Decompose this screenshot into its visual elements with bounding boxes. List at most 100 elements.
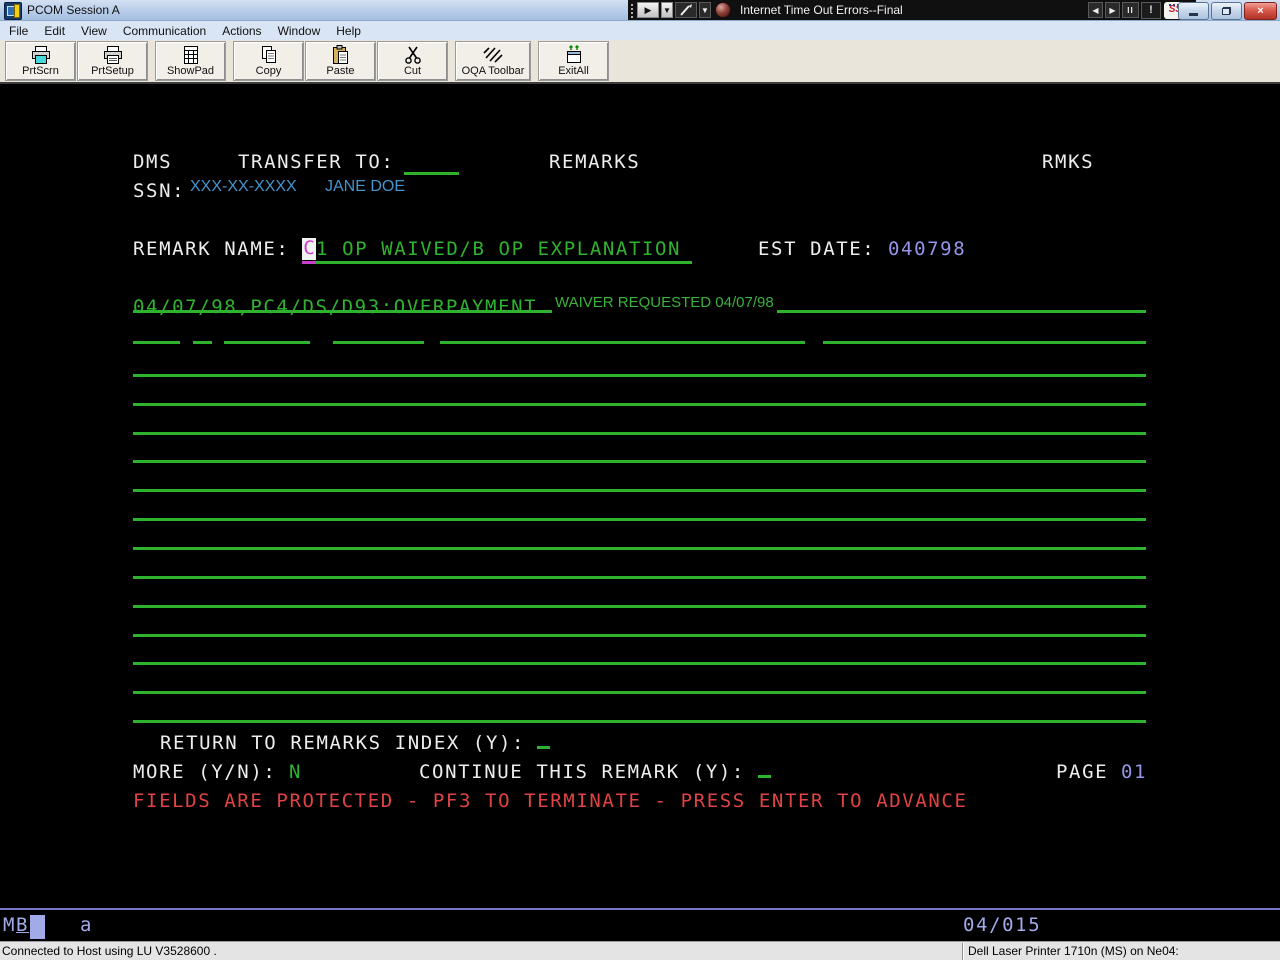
print-setup-icon bbox=[102, 45, 124, 65]
remark-line[interactable] bbox=[133, 432, 1146, 435]
oia-status-row: MB a 04/015 bbox=[0, 908, 1280, 941]
pcom-window: PCOM Session A ▶ ▼ ▼ Internet Time Out E… bbox=[0, 0, 1280, 960]
diagonal-lines-icon bbox=[482, 45, 504, 65]
menu-edit[interactable]: Edit bbox=[36, 22, 73, 40]
return-input-field[interactable] bbox=[537, 746, 550, 749]
remark-line[interactable] bbox=[133, 403, 1146, 406]
more-label: MORE (Y/N): bbox=[133, 762, 276, 783]
paste-button[interactable]: Paste bbox=[305, 41, 376, 81]
est-date-value: 040798 bbox=[888, 239, 966, 260]
play-button[interactable]: ▶ bbox=[637, 2, 659, 18]
restore-button[interactable] bbox=[1211, 2, 1242, 20]
remark-line[interactable] bbox=[133, 374, 1146, 377]
transfer-to-input-field[interactable] bbox=[404, 172, 459, 175]
oia-cursor-block bbox=[30, 915, 45, 939]
prtsetup-label: PrtSetup bbox=[91, 66, 134, 77]
recorder-toolbar: ▶ ▼ ▼ Internet Time Out Errors--Final ◀ … bbox=[628, 0, 1196, 20]
remark-line[interactable] bbox=[133, 691, 1146, 694]
minimize-button[interactable] bbox=[1178, 2, 1209, 20]
ssn-label: SSN: bbox=[133, 181, 185, 202]
menu-communication[interactable]: Communication bbox=[115, 22, 214, 40]
oqa-toolbar-label: OQA Toolbar bbox=[462, 66, 525, 77]
exitall-button[interactable]: ExitAll bbox=[538, 41, 609, 81]
remark-body-line1: 04/07/98,PC4/DS/D93:OVERPAYMENT bbox=[133, 297, 537, 318]
copy-icon bbox=[259, 45, 279, 65]
remark-line[interactable] bbox=[133, 518, 1146, 521]
remark-line[interactable] bbox=[133, 605, 1146, 608]
remark-line-segment bbox=[440, 341, 805, 344]
pen-tool-button[interactable] bbox=[675, 2, 697, 18]
restore-icon bbox=[1222, 7, 1231, 15]
remark-line[interactable] bbox=[133, 460, 1146, 463]
cut-button[interactable]: Cut bbox=[377, 41, 448, 81]
copy-label: Copy bbox=[256, 66, 282, 77]
prtscrn-button[interactable]: PrtScrn bbox=[5, 41, 76, 81]
menu-view[interactable]: View bbox=[73, 22, 115, 40]
alert-button[interactable]: ! bbox=[1141, 2, 1161, 19]
remark-line[interactable] bbox=[133, 547, 1146, 550]
previous-button[interactable]: ◀ bbox=[1088, 2, 1103, 18]
remark-line-segment bbox=[193, 341, 212, 344]
printer-status: Dell Laser Printer 1710n (MS) on Ne04: bbox=[968, 944, 1179, 958]
connection-status: Connected to Host using LU V3528600 . bbox=[2, 944, 217, 958]
est-date-label: EST DATE: bbox=[758, 239, 875, 260]
page-number: 01 bbox=[1121, 762, 1147, 783]
pen-dropdown-button[interactable]: ▼ bbox=[699, 2, 711, 18]
remark-line[interactable] bbox=[133, 489, 1146, 492]
exit-all-icon bbox=[563, 45, 585, 65]
dms-label: DMS bbox=[133, 152, 172, 173]
protected-fields-message: FIELDS ARE PROTECTED - PF3 TO TERMINATE … bbox=[133, 791, 968, 812]
keypad-icon bbox=[182, 45, 200, 65]
next-button[interactable]: ▶ bbox=[1105, 2, 1120, 18]
titlebar: PCOM Session A ▶ ▼ ▼ Internet Time Out E… bbox=[0, 0, 1280, 21]
oqa-toolbar-button[interactable]: OQA Toolbar bbox=[455, 41, 531, 81]
remark-line[interactable] bbox=[133, 720, 1146, 723]
showpad-button[interactable]: ShowPad bbox=[155, 41, 226, 81]
remark-name-field-underline[interactable] bbox=[302, 261, 692, 264]
minimize-icon bbox=[1189, 13, 1198, 16]
screen-title: REMARKS bbox=[549, 152, 640, 173]
print-screen-icon bbox=[30, 45, 52, 65]
input-cursor[interactable]: C bbox=[302, 238, 316, 260]
remark-line[interactable] bbox=[133, 662, 1146, 665]
prtscrn-label: PrtScrn bbox=[22, 66, 59, 77]
play-icon: ▶ bbox=[645, 5, 652, 16]
waiver-note-overlay: WAIVER REQUESTED 04/07/98 bbox=[552, 294, 777, 313]
more-value[interactable]: N bbox=[289, 762, 302, 783]
paste-icon bbox=[331, 45, 351, 65]
person-name: JANE DOE bbox=[325, 178, 405, 196]
menu-window[interactable]: Window bbox=[270, 22, 329, 40]
remark-line-segment bbox=[224, 341, 310, 344]
remark-line[interactable] bbox=[133, 576, 1146, 579]
close-icon: × bbox=[1257, 6, 1263, 17]
scissors-icon bbox=[404, 45, 422, 65]
globe-icon[interactable] bbox=[715, 2, 731, 18]
toolbar-grip-handle[interactable] bbox=[629, 2, 635, 18]
chevron-down-icon: ▼ bbox=[701, 6, 709, 15]
statusbar-divider bbox=[962, 943, 963, 960]
oia-session-id: a bbox=[80, 915, 93, 936]
menu-help[interactable]: Help bbox=[328, 22, 369, 40]
pause-button[interactable]: II bbox=[1122, 2, 1139, 18]
terminal-screen[interactable]: DMS TRANSFER TO: REMARKS RMKS SSN: XXX-X… bbox=[0, 84, 1280, 908]
recording-title: Internet Time Out Errors--Final bbox=[734, 3, 1087, 17]
copy-button[interactable]: Copy bbox=[233, 41, 304, 81]
chevron-down-icon: ▼ bbox=[663, 6, 671, 15]
paste-label: Paste bbox=[326, 66, 354, 77]
pause-icon: II bbox=[1127, 6, 1133, 15]
play-dropdown-button[interactable]: ▼ bbox=[661, 2, 673, 18]
oia-indicator: MB bbox=[3, 915, 29, 936]
close-button[interactable]: × bbox=[1244, 2, 1277, 20]
exitall-label: ExitAll bbox=[558, 66, 589, 77]
pen-icon bbox=[679, 4, 693, 16]
remark-line-segment bbox=[823, 341, 1146, 344]
continue-input-field[interactable] bbox=[758, 775, 771, 778]
cursor-position: 04/015 bbox=[963, 915, 1041, 936]
window-controls: × bbox=[1178, 2, 1277, 20]
menu-actions[interactable]: Actions bbox=[214, 22, 269, 40]
transfer-to-label: TRANSFER TO: bbox=[238, 152, 394, 173]
cursor-underline bbox=[302, 261, 316, 264]
menu-file[interactable]: File bbox=[0, 22, 36, 40]
remark-line[interactable] bbox=[133, 634, 1146, 637]
prtsetup-button[interactable]: PrtSetup bbox=[77, 41, 148, 81]
